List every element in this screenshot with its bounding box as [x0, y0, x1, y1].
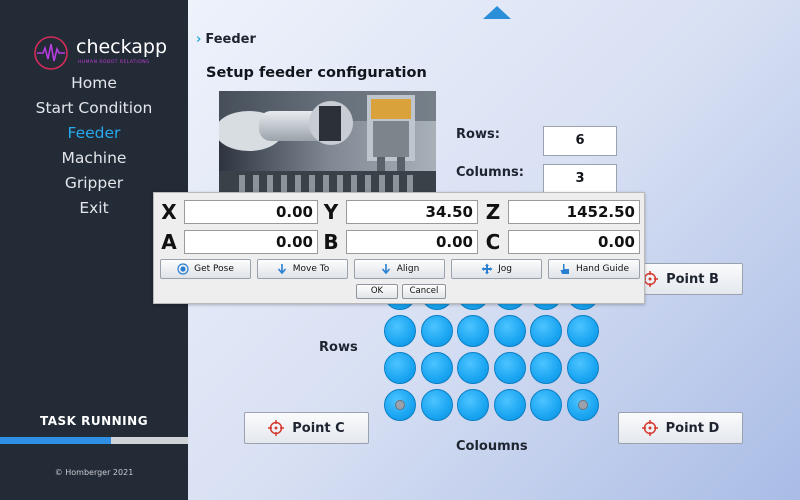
point-d-button[interactable]: Point D [618, 412, 743, 444]
feeder-cell[interactable] [530, 352, 562, 384]
axis-b-field[interactable]: 0.00 [346, 230, 478, 254]
feeder-cell[interactable] [566, 352, 599, 384]
jog-label: Jog [498, 264, 512, 274]
hand-guide-button[interactable]: Hand Guide [548, 259, 640, 279]
axis-a-field[interactable]: 0.00 [184, 230, 318, 254]
point-b-label: Point B [666, 271, 719, 287]
feeder-cell[interactable] [457, 315, 489, 347]
arrow-down-icon [277, 264, 286, 275]
feeder-cell[interactable] [530, 389, 562, 421]
nav-item-gripper[interactable]: Gripper [0, 174, 188, 192]
nav-item-machine[interactable]: Machine [0, 149, 188, 167]
feeder-cell[interactable] [457, 389, 489, 421]
axis-y-field[interactable]: 34.50 [346, 200, 478, 224]
checkapp-logo: checkapp HUMAN ROBOT RELATIONS [32, 30, 182, 70]
feeder-cell[interactable] [493, 389, 526, 421]
logo-name: checkapp [76, 36, 168, 58]
axis-z-label: Z [485, 200, 501, 224]
robot-photo [219, 91, 436, 199]
point-c-label: Point C [292, 420, 345, 436]
robot-gripper-image [219, 91, 436, 199]
move-to-button[interactable]: Move To [257, 259, 348, 279]
scroll-up-icon[interactable] [483, 6, 511, 19]
pose-dialog: X 0.00 Y 34.50 Z 1452.50 A 0.00 B 0.00 C… [153, 192, 645, 304]
jog-button[interactable]: Jog [451, 259, 542, 279]
crosshair-target-icon [268, 420, 285, 436]
logo-mark-icon [34, 36, 68, 70]
feeder-cell[interactable] [384, 352, 416, 384]
feeder-cell[interactable] [457, 352, 489, 384]
hand-guide-label: Hand Guide [576, 264, 629, 274]
logo-tagline: HUMAN ROBOT RELATIONS [78, 60, 150, 65]
cancel-button[interactable]: Cancel [402, 284, 446, 299]
task-progress-fill [0, 437, 111, 444]
feeder-cell[interactable] [420, 389, 453, 421]
columns-label: Columns: [456, 165, 524, 180]
align-button[interactable]: Align [354, 259, 445, 279]
nav-item-start-condition[interactable]: Start Condition [0, 99, 188, 117]
point-c-button[interactable]: Point C [244, 412, 369, 444]
ok-button[interactable]: OK [356, 284, 398, 299]
copyright: © Homberger 2021 [54, 468, 134, 477]
axis-b-label: B [323, 230, 339, 254]
radio-target-icon [177, 263, 189, 275]
four-way-arrows-icon [481, 263, 493, 275]
corner-marker-icon [577, 400, 588, 410]
grid-rows-label: Rows [319, 340, 358, 355]
feeder-cell[interactable] [384, 315, 416, 347]
axis-x-label: X [161, 200, 177, 224]
chevron-right-icon: › [196, 32, 202, 47]
feeder-cell[interactable] [493, 315, 526, 347]
feeder-cell[interactable] [493, 352, 526, 384]
crosshair-target-icon [641, 420, 658, 436]
feeder-cell[interactable] [420, 315, 453, 347]
nav-item-home[interactable]: Home [0, 74, 188, 92]
axis-y-label: Y [323, 200, 339, 224]
axis-c-field[interactable]: 0.00 [508, 230, 640, 254]
breadcrumb-label: Feeder [205, 32, 256, 47]
axis-x-field[interactable]: 0.00 [184, 200, 318, 224]
breadcrumb: › Feeder [196, 32, 256, 47]
grid-columns-label: Coloumns [456, 439, 528, 454]
feeder-cell[interactable] [530, 315, 562, 347]
align-label: Align [396, 264, 420, 274]
get-pose-label: Get Pose [194, 264, 234, 274]
get-pose-button[interactable]: Get Pose [160, 259, 251, 279]
task-progress-bar [0, 437, 188, 444]
feeder-cell[interactable] [566, 389, 599, 421]
feeder-cell[interactable] [384, 389, 416, 421]
rows-input[interactable]: 6 [543, 126, 617, 156]
page-title: Setup feeder configuration [206, 65, 427, 81]
arrow-down-icon [381, 264, 390, 275]
rows-label: Rows: [456, 127, 500, 142]
move-to-label: Move To [292, 264, 330, 274]
axis-z-field[interactable]: 1452.50 [508, 200, 640, 224]
axis-c-label: C [485, 230, 501, 254]
feeder-cell[interactable] [566, 315, 599, 347]
feeder-cell[interactable] [420, 352, 453, 384]
hand-pointer-icon [560, 264, 569, 274]
corner-marker-icon [395, 400, 405, 410]
point-d-label: Point D [665, 420, 720, 436]
axis-a-label: A [161, 230, 177, 254]
task-status: TASK RUNNING [39, 414, 149, 428]
nav-item-feeder[interactable]: Feeder [0, 124, 188, 142]
columns-input[interactable]: 3 [543, 164, 617, 194]
